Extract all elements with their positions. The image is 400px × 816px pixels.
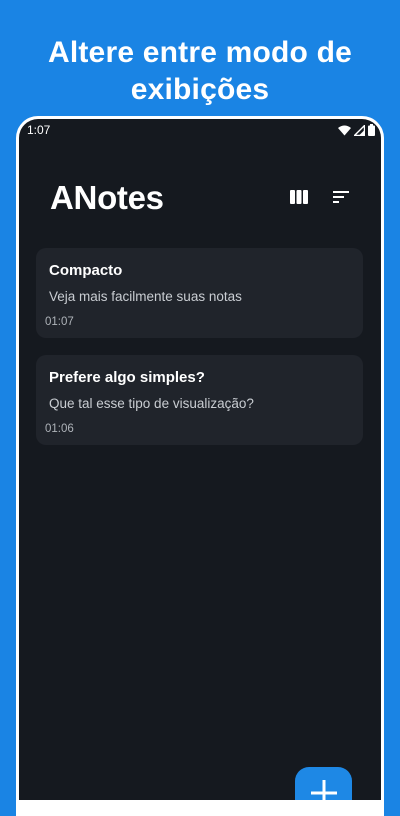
cellular-signal-icon	[354, 124, 365, 136]
promo-headline-line-2: exibições	[130, 73, 270, 106]
status-icons	[338, 123, 375, 137]
battery-icon	[368, 124, 375, 136]
promo-headline-line-1: Altere entre modo de	[47, 36, 353, 69]
app-title: ANotes	[50, 179, 164, 216]
sort-icon	[333, 190, 349, 208]
wifi-icon	[338, 125, 351, 136]
add-note-button[interactable]	[295, 767, 352, 800]
promo-headline: Altere entre modo de exibições	[0, 34, 400, 108]
view-mode-icon	[290, 189, 308, 209]
note-body: Veja mais facilmente suas notas	[49, 289, 242, 304]
sort-button[interactable]	[327, 185, 355, 213]
phone-screen: 1:07 ANotes Compacto Veja mais facilment…	[19, 119, 381, 800]
note-title: Compacto	[49, 262, 123, 279]
note-title: Prefere algo simples?	[49, 369, 205, 386]
view-mode-button[interactable]	[285, 185, 313, 213]
note-body: Que tal esse tipo de visualização?	[49, 396, 254, 411]
status-bar: 1:07	[19, 119, 381, 141]
status-time: 1:07	[27, 123, 51, 137]
note-timestamp: 01:06	[45, 423, 74, 435]
note-card[interactable]: Prefere algo simples? Que tal esse tipo …	[36, 355, 363, 445]
note-card[interactable]: Compacto Veja mais facilmente suas notas…	[36, 248, 363, 338]
note-timestamp: 01:07	[45, 316, 74, 328]
